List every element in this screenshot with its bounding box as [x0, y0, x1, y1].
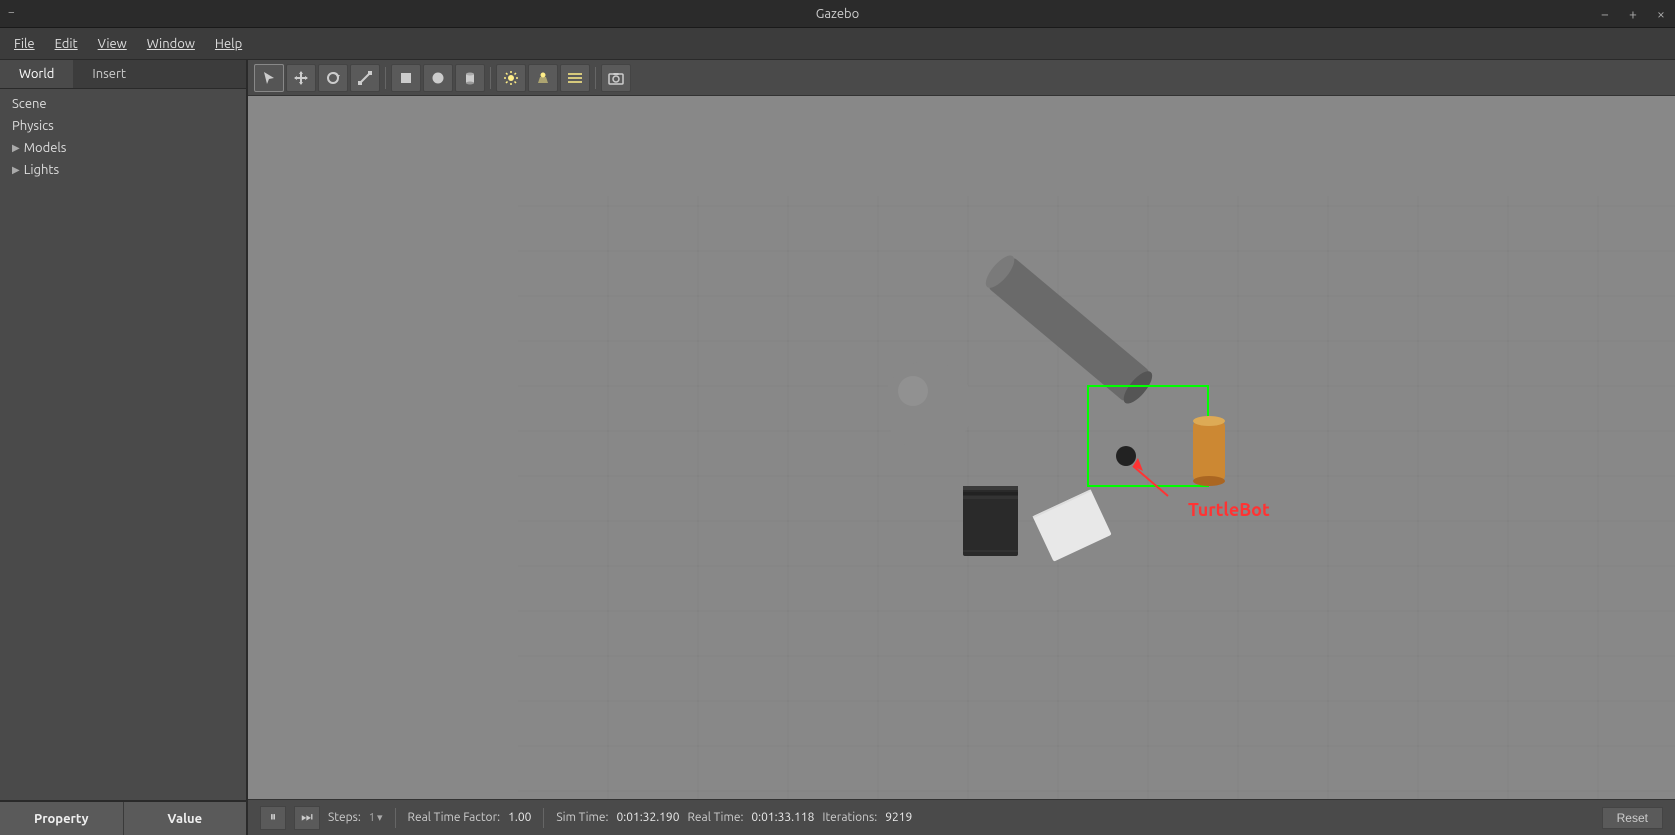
- steps-label: Steps:: [328, 811, 361, 824]
- left-panel: World Insert Scene Physics ▶ Models ▶ Li…: [0, 60, 248, 835]
- tree-scene[interactable]: Scene: [0, 93, 246, 115]
- real-time-value: 0:01:33.118: [751, 811, 814, 824]
- titlebar-controls: − + ×: [1591, 0, 1675, 28]
- iterations-value: 9219: [885, 811, 912, 824]
- pause-button[interactable]: ⏸: [260, 806, 286, 830]
- toolbar: [248, 60, 1675, 96]
- tab-insert[interactable]: Insert: [73, 60, 145, 88]
- sim-time-value: 0:01:32.190: [616, 811, 679, 824]
- box-tool-button[interactable]: [391, 64, 421, 92]
- menu-window[interactable]: Window: [137, 33, 205, 55]
- property-col-header: Property: [0, 812, 123, 826]
- menu-bar: File Edit View Window Help: [0, 28, 1675, 60]
- value-col-header: Value: [124, 812, 247, 826]
- point-light-button[interactable]: [496, 64, 526, 92]
- select-tool-button[interactable]: [254, 64, 284, 92]
- screenshot-button[interactable]: [601, 64, 631, 92]
- titlebar-close-button[interactable]: ×: [1647, 0, 1675, 28]
- tree-panel: Scene Physics ▶ Models ▶ Lights: [0, 89, 246, 800]
- turtlebot-label: TurtleBot: [1188, 500, 1270, 520]
- menu-help[interactable]: Help: [205, 33, 252, 55]
- window-title: Gazebo: [816, 7, 860, 21]
- scene-canvas[interactable]: TurtleBot: [248, 96, 1675, 799]
- sphere-tool-button[interactable]: [423, 64, 453, 92]
- translate-tool-button[interactable]: [286, 64, 316, 92]
- step-forward-button[interactable]: ⏭: [294, 806, 320, 830]
- minimize-icon[interactable]: −: [8, 6, 15, 19]
- spot-light-button[interactable]: [528, 64, 558, 92]
- iterations-label: Iterations:: [822, 811, 877, 824]
- scale-tool-button[interactable]: [350, 64, 380, 92]
- property-panel: Property Value: [0, 800, 246, 835]
- toolbar-sep-2: [490, 67, 491, 89]
- steps-dropdown[interactable]: 1 ▾: [369, 811, 383, 824]
- title-bar: − Gazebo − + ×: [0, 0, 1675, 28]
- tab-bar: World Insert: [0, 60, 246, 89]
- status-bar: ⏸ ⏭ Steps: 1 ▾ Real Time Factor: 1.00 Si…: [248, 799, 1675, 835]
- paper-object: [1033, 489, 1112, 561]
- status-sep-1: [395, 808, 396, 828]
- toolbar-sep-1: [385, 67, 386, 89]
- tree-physics[interactable]: Physics: [0, 115, 246, 137]
- main-content: World Insert Scene Physics ▶ Models ▶ Li…: [0, 60, 1675, 835]
- tree-models[interactable]: ▶ Models: [0, 137, 246, 159]
- tab-world[interactable]: World: [0, 60, 73, 88]
- tree-lights[interactable]: ▶ Lights: [0, 159, 246, 181]
- menu-view[interactable]: View: [88, 33, 137, 55]
- titlebar-maximize-button[interactable]: +: [1619, 0, 1647, 28]
- steps-down-arrow[interactable]: ▾: [377, 811, 383, 824]
- menu-file[interactable]: File: [4, 33, 45, 55]
- dir-light-button[interactable]: [560, 64, 590, 92]
- grid-svg: TurtleBot: [248, 96, 1675, 799]
- toolbar-sep-3: [595, 67, 596, 89]
- tree-lights-label: Lights: [24, 163, 59, 177]
- box-object: [963, 486, 1018, 556]
- cylinder-tool-button[interactable]: [455, 64, 485, 92]
- tree-models-label: Models: [24, 141, 67, 155]
- viewport[interactable]: TurtleBot: [248, 60, 1675, 835]
- status-sep-2: [543, 808, 544, 828]
- sim-time-label: Sim Time:: [556, 811, 608, 824]
- reset-button[interactable]: Reset: [1602, 807, 1663, 829]
- real-time-factor-value: 1.00: [508, 811, 531, 824]
- real-time-label: Real Time:: [687, 811, 743, 824]
- models-arrow-icon: ▶: [12, 142, 20, 154]
- menu-edit[interactable]: Edit: [45, 33, 88, 55]
- rod-object: [981, 251, 1157, 408]
- cylinder-object: [1193, 416, 1225, 486]
- rotate-tool-button[interactable]: [318, 64, 348, 92]
- steps-value: 1: [369, 812, 375, 824]
- titlebar-minimize-button[interactable]: −: [1591, 0, 1619, 28]
- turtlebot-object: [1116, 446, 1168, 496]
- real-time-factor-label: Real Time Factor:: [408, 811, 501, 824]
- lights-arrow-icon: ▶: [12, 164, 20, 176]
- sphere-object: [883, 361, 973, 451]
